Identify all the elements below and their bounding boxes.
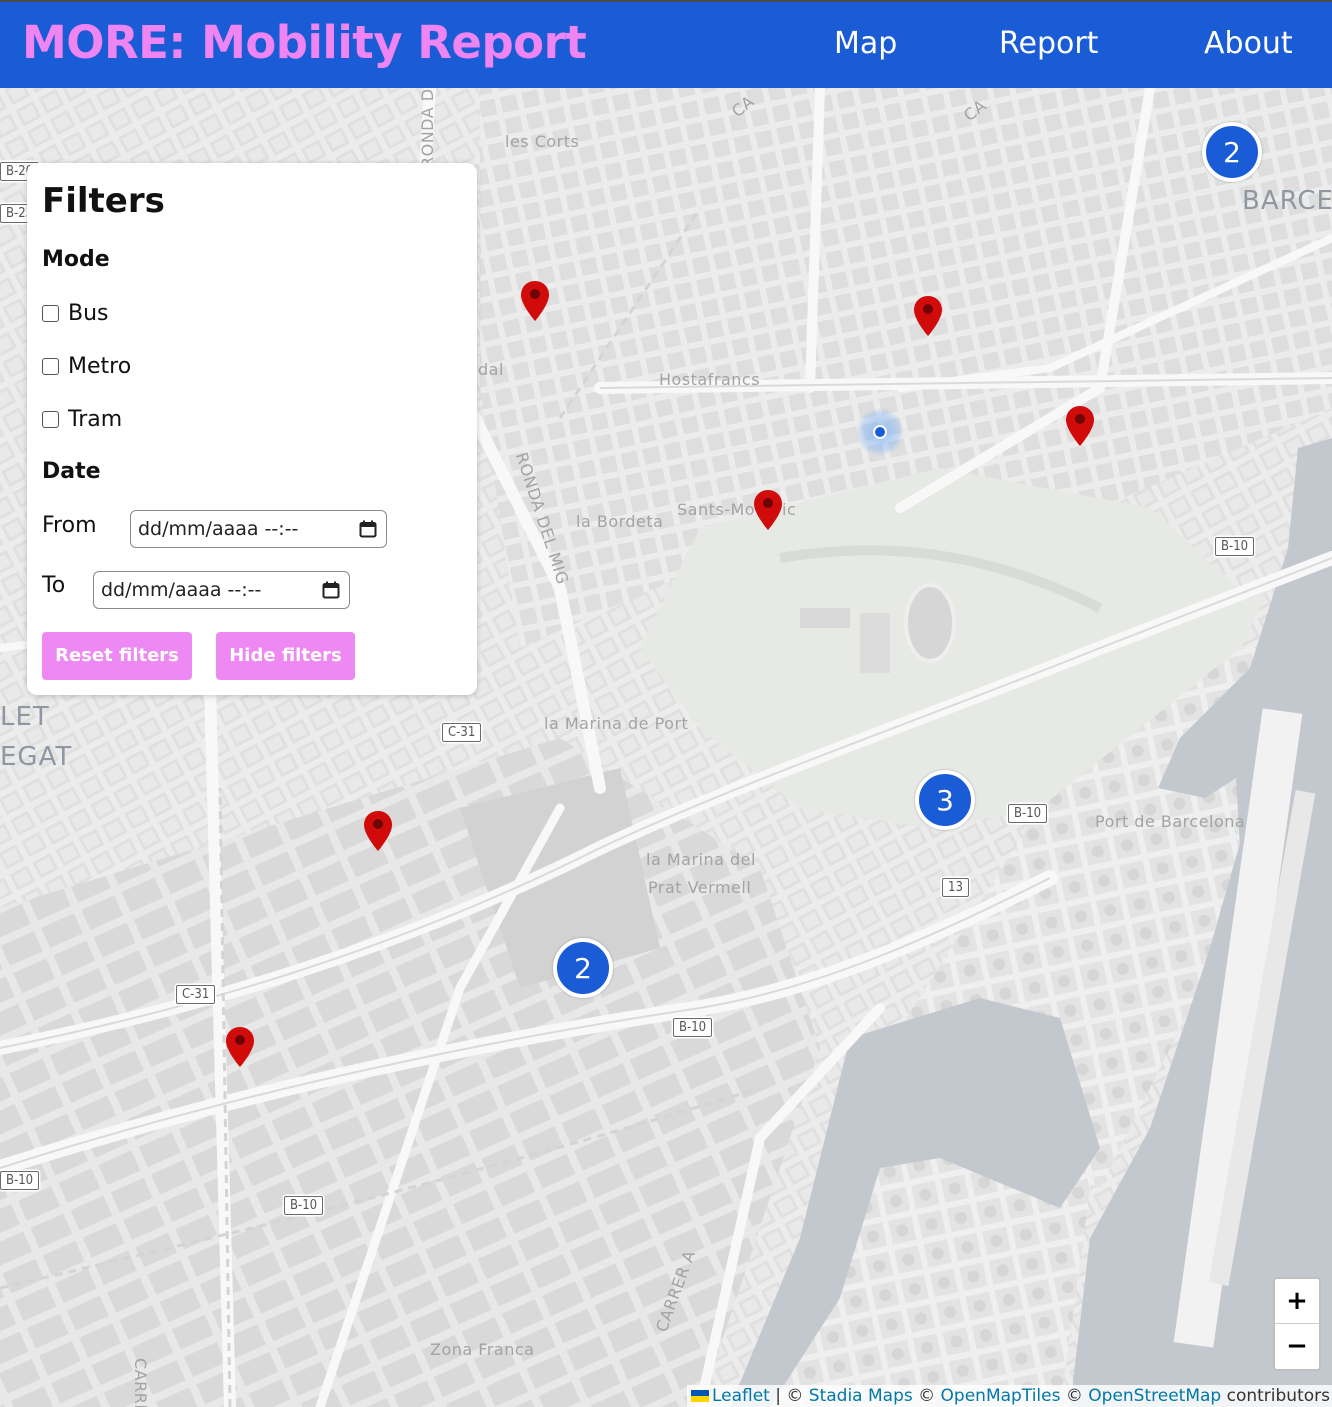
attribution-separator: | © [769,1386,809,1406]
user-location [856,408,904,456]
tram-label: Tram [68,407,123,432]
zoom-in-button[interactable]: + [1275,1279,1319,1324]
from-date-input[interactable]: dd/mm/aaaa --:-- [130,510,387,548]
marker-cluster[interactable]: 2 [1202,122,1262,182]
label-let: LET [0,702,50,732]
road-shield-b10-1: B-10 [1215,537,1255,556]
mode-bus-option[interactable]: Bus [42,301,109,326]
label-les-corts: les Corts [505,132,580,151]
road-shield-b10-2: B-10 [1008,804,1048,823]
calendar-icon[interactable] [322,581,340,599]
leaflet-link[interactable]: Leaflet [712,1386,770,1406]
label-hostafrancs: Hostafrancs [659,370,761,389]
map-marker-pin[interactable] [914,296,942,336]
ukraine-flag-icon [690,1390,709,1402]
hide-filters-button[interactable]: Hide filters [216,632,355,680]
label-sants-montjuic-end: ic [782,500,797,519]
filters-title: Filters [42,181,165,221]
map-marker-pin[interactable] [1066,406,1094,446]
label-la-marina-de-port: la Marina de Port [544,714,689,733]
road-shield-b10-3: B-10 [673,1018,713,1037]
label-prat-vermell: Prat Vermell [648,878,752,897]
label-la-bordeta: la Bordeta [576,512,664,531]
road-shield-c31-2: C-31 [176,985,216,1004]
bus-checkbox[interactable] [42,305,59,322]
reset-filters-button[interactable]: Reset filters [42,632,192,680]
metro-label: Metro [68,354,132,379]
bus-label: Bus [68,301,109,326]
stadia-maps-link[interactable]: Stadia Maps [809,1386,913,1406]
calendar-icon[interactable] [359,520,377,538]
metro-checkbox[interactable] [42,358,59,375]
app-header: MORE: Mobility Report Map Report About [0,0,1332,88]
tram-checkbox[interactable] [42,411,59,428]
label-sants-montjuic: Sants-Mo [677,500,756,519]
map-marker-pin[interactable] [226,1027,254,1067]
label-port-de-barcelona: Port de Barcelona [1095,812,1246,831]
label-dal: dal [478,360,504,379]
label-zona-franca: Zona Franca [430,1340,535,1359]
label-egat: EGAT [0,742,73,772]
road-shield-c31-1: C-31 [442,723,482,742]
openstreetmap-link[interactable]: OpenStreetMap [1088,1386,1221,1406]
marker-cluster[interactable]: 2 [553,938,613,998]
app-title[interactable]: MORE: Mobility Report [22,16,587,69]
openmaptiles-link[interactable]: OpenMapTiles [941,1386,1061,1406]
label-la-marina-del: la Marina del [646,850,756,869]
map-marker-pin[interactable] [364,811,392,851]
zoom-out-button[interactable]: − [1275,1324,1319,1368]
to-date-placeholder: dd/mm/aaaa --:-- [101,579,262,601]
label-carre: CARRE [131,1358,150,1407]
road-shield-b10-4: B-10 [0,1171,40,1190]
label-barcelona: BARCE [1242,186,1332,216]
user-location-dot [873,425,887,439]
map-marker-pin[interactable] [754,490,782,530]
nav-map[interactable]: Map [834,26,897,61]
mode-metro-option[interactable]: Metro [42,354,131,379]
nav-report[interactable]: Report [999,26,1098,61]
mode-heading: Mode [42,247,110,272]
attribution-separator: © [1060,1386,1089,1406]
filters-panel: Filters Mode Bus Metro Tram Date From dd… [27,163,477,695]
from-label: From [42,513,97,538]
map-attribution: Leaflet | © Stadia Maps © OpenMapTiles ©… [686,1385,1332,1407]
attribution-suffix: contributors [1221,1386,1330,1406]
label-ronda-d: RONDA D [418,88,437,168]
to-date-input[interactable]: dd/mm/aaaa --:-- [93,571,350,609]
attribution-separator: © [912,1386,941,1406]
road-shield-b10-5: B-10 [284,1196,324,1215]
marker-cluster[interactable]: 3 [915,770,975,830]
road-shield-13: 13 [942,878,969,897]
nav-about[interactable]: About [1204,26,1293,61]
map-marker-pin[interactable] [521,281,549,321]
to-label: To [42,573,66,598]
from-date-placeholder: dd/mm/aaaa --:-- [138,518,299,540]
mode-tram-option[interactable]: Tram [42,407,122,432]
date-heading: Date [42,459,101,484]
zoom-control: + − [1273,1277,1321,1371]
